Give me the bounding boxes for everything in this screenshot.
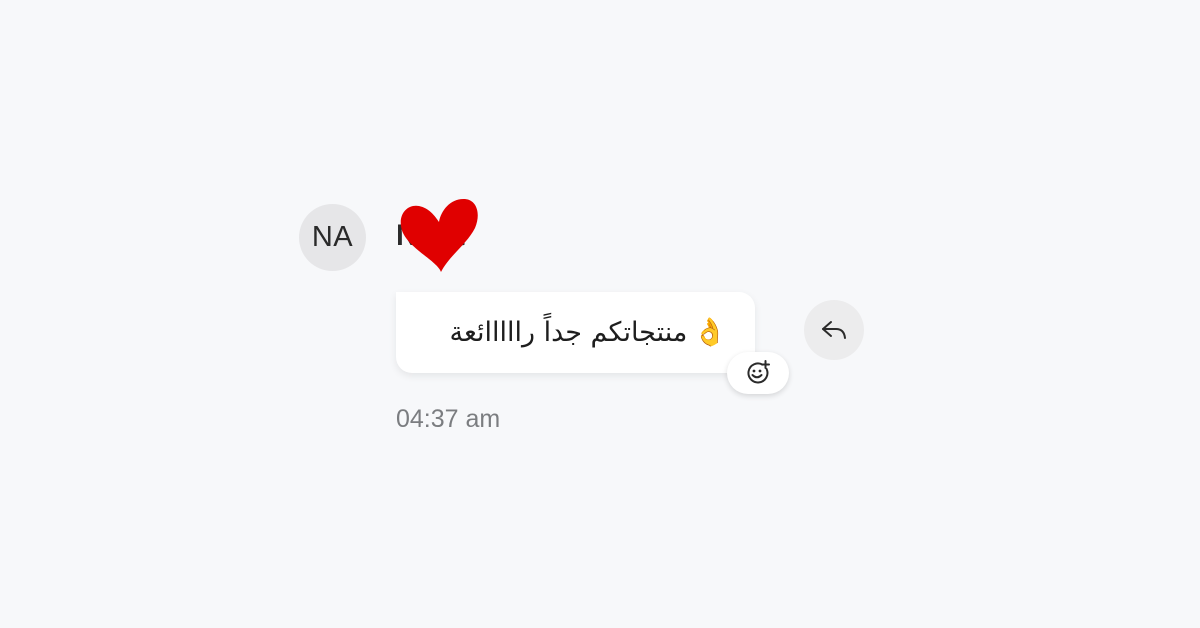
reply-button[interactable]: [804, 300, 864, 360]
heart-reaction-icon: [400, 198, 478, 272]
ok-hand-emoji: 👌: [693, 317, 727, 348]
message-body: منتجاتكم جداً رااااائعة: [449, 317, 688, 348]
message-text: 👌منتجاتكم جداً رااااائعة: [396, 316, 727, 350]
add-reaction-button[interactable]: [727, 352, 789, 394]
avatar: NA: [299, 204, 366, 271]
avatar-initials: NA: [311, 221, 354, 253]
smiley-plus-icon: [747, 360, 770, 384]
reply-arrow-icon: [822, 321, 846, 339]
message-timestamp: 04:37 am: [396, 405, 501, 433]
message-bubble[interactable]: 👌منتجاتكم جداً رااااائعة: [396, 292, 755, 373]
